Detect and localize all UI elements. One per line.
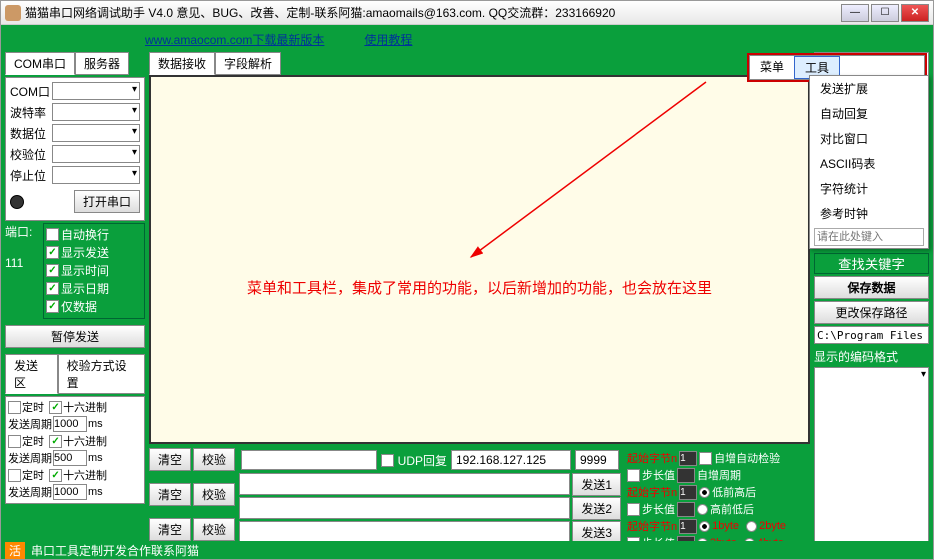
baud-label: 波特率	[10, 104, 50, 121]
pause-send-button[interactable]: 暂停发送	[5, 325, 145, 348]
auto-increment-panel: 起始字节n自增自动检验 步长值自增周期 起始字节n低前高后 步长值高前低后 起始…	[625, 448, 810, 554]
radio-high-first[interactable]	[697, 504, 708, 515]
send-input-1[interactable]	[239, 473, 570, 495]
tab-parse[interactable]: 字段解析	[215, 52, 281, 75]
check-button-2[interactable]: 校验	[193, 483, 235, 506]
data-bits-label: 数据位	[10, 125, 50, 142]
maximize-button[interactable]: ☐	[871, 4, 899, 22]
download-link[interactable]: www.amaocom.com下载最新版本	[145, 31, 324, 48]
chk-hex-3[interactable]	[49, 469, 62, 482]
data-bits-select[interactable]	[52, 124, 140, 142]
send-input-3[interactable]	[239, 521, 570, 543]
check-button-1[interactable]: 校验	[193, 448, 235, 471]
encoding-select[interactable]	[814, 367, 929, 554]
clear-button-3[interactable]: 清空	[149, 518, 191, 541]
chk-step-2[interactable]	[627, 503, 640, 516]
menu-item-char-stats[interactable]: 字符统计	[810, 176, 928, 201]
close-button[interactable]: ✕	[901, 4, 929, 22]
chk-udp-echo[interactable]	[381, 454, 394, 467]
send-button-2[interactable]: 发送2	[572, 497, 621, 520]
parity-select[interactable]	[52, 145, 140, 163]
radio-low-first[interactable]	[699, 487, 710, 498]
menu-item-ascii[interactable]: ASCII码表	[810, 151, 928, 176]
step-input-2[interactable]	[677, 502, 695, 517]
menu-item-clock[interactable]: 参考时钟	[810, 201, 928, 226]
check-button-3[interactable]: 校验	[193, 518, 235, 541]
menu-item-auto-reply[interactable]: 自动回复	[810, 101, 928, 126]
port-value: 111	[5, 256, 41, 270]
radio-2byte[interactable]	[746, 521, 757, 532]
menu-item-send-ext[interactable]: 发送扩展	[810, 76, 928, 101]
status-text: 串口工具定制开发合作联系阿猫	[31, 542, 199, 559]
chk-only-data[interactable]	[46, 300, 59, 313]
start-byte-1[interactable]	[679, 451, 697, 466]
com-port-label: COM口	[10, 83, 50, 100]
open-port-button[interactable]: 打开串口	[74, 190, 140, 213]
tab-server[interactable]: 服务器	[75, 52, 129, 75]
menu-button[interactable]: 菜单	[750, 56, 794, 79]
clear-button-1[interactable]: 清空	[149, 448, 191, 471]
period-input-2[interactable]	[53, 450, 87, 466]
chk-timer-1[interactable]	[8, 401, 21, 414]
chk-step-1[interactable]	[627, 469, 640, 482]
chk-show-date[interactable]	[46, 282, 59, 295]
window-title: 猫猫串口网络调试助手 V4.0 意见、BUG、改善、定制-联系阿猫:amaoma…	[25, 4, 841, 21]
period-input-3[interactable]	[53, 484, 87, 500]
start-byte-2[interactable]	[679, 485, 697, 500]
clear-button-2[interactable]: 清空	[149, 483, 191, 506]
find-keyword-button[interactable]: 查找关键字	[814, 253, 929, 274]
tab-check-settings[interactable]: 校验方式设置	[58, 354, 145, 394]
menu-item-compare[interactable]: 对比窗口	[810, 126, 928, 151]
start-byte-3[interactable]	[679, 519, 697, 534]
chk-hex-2[interactable]	[49, 435, 62, 448]
chk-auto-wrap[interactable]	[46, 228, 59, 241]
udp-port-input[interactable]	[575, 450, 619, 470]
save-path-input[interactable]	[814, 326, 929, 344]
chk-timer-3[interactable]	[8, 469, 21, 482]
change-path-button[interactable]: 更改保存路径	[814, 301, 929, 324]
encoding-label: 显示的编码格式	[814, 348, 929, 365]
radio-1byte[interactable]	[699, 521, 710, 532]
tab-rx-data[interactable]: 数据接收	[149, 52, 215, 75]
status-tag: 活	[5, 542, 25, 559]
baud-select[interactable]	[52, 103, 140, 121]
stop-bits-select[interactable]	[52, 166, 140, 184]
com-port-select[interactable]	[52, 82, 140, 100]
period-input-1[interactable]	[53, 416, 87, 432]
tab-com[interactable]: COM串口	[5, 52, 75, 75]
save-data-button[interactable]: 保存数据	[814, 276, 929, 299]
minimize-button[interactable]: —	[841, 4, 869, 22]
annotation-text: 菜单和工具栏，集成了常用的功能，以后新增加的功能，也会放在这里	[151, 277, 808, 298]
port-label: 端口:	[5, 223, 41, 240]
chk-timer-2[interactable]	[8, 435, 21, 448]
com-settings-panel: COM口 波特率 数据位 校验位 停止位 打开串口	[5, 77, 145, 221]
send-input-0[interactable]	[241, 450, 377, 470]
chk-auto-check[interactable]	[699, 452, 712, 465]
udp-ip-input[interactable]	[451, 450, 571, 470]
tools-dropdown: 发送扩展 自动回复 对比窗口 ASCII码表 字符统计 参考时钟	[809, 75, 929, 249]
send-input-2[interactable]	[239, 497, 570, 519]
chk-show-send[interactable]	[46, 246, 59, 259]
menu-search-input[interactable]	[814, 228, 924, 246]
titlebar: 猫猫串口网络调试助手 V4.0 意见、BUG、改善、定制-联系阿猫:amaoma…	[1, 1, 933, 25]
tab-send-area[interactable]: 发送区	[5, 354, 58, 394]
status-led	[10, 195, 24, 209]
send-button-1[interactable]: 发送1	[572, 473, 621, 496]
rx-display-area: 菜单和工具栏，集成了常用的功能，以后新增加的功能，也会放在这里	[149, 75, 810, 444]
step-input-1[interactable]	[677, 468, 695, 483]
parity-label: 校验位	[10, 146, 50, 163]
tutorial-link[interactable]: 使用教程	[364, 31, 412, 48]
app-icon	[5, 5, 21, 21]
chk-show-time[interactable]	[46, 264, 59, 277]
stop-bits-label: 停止位	[10, 167, 50, 184]
timer-panel: 定时 十六进制 发送周期ms 定时 十六进制 发送周期ms 定时 十六进制 发送…	[5, 396, 145, 504]
chk-hex-1[interactable]	[49, 401, 62, 414]
